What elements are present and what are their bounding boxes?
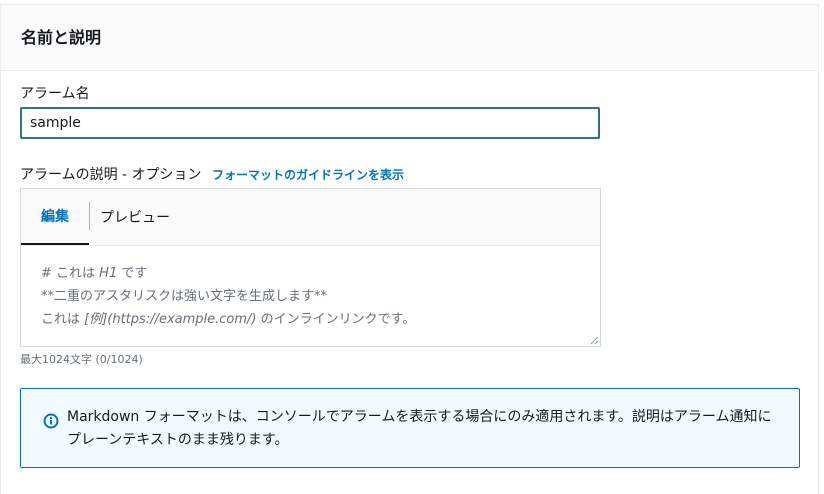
alarm-description-label-row: アラームの説明 - オプション フォーマットのガイドラインを表示 xyxy=(20,164,404,184)
tab-preview[interactable]: プレビュー xyxy=(90,189,180,245)
alarm-name-label: アラーム名 xyxy=(20,86,90,102)
tab-edit[interactable]: 編集 xyxy=(21,189,89,245)
info-icon xyxy=(43,413,59,429)
alarm-name-input[interactable] xyxy=(20,107,600,139)
description-editor: 編集 プレビュー # これは H1 です **二重のアスタリスクは強い文字を生成… xyxy=(20,188,601,347)
info-text: Markdown フォーマットは、コンソールでアラームを表示する場合にのみ適用さ… xyxy=(67,409,772,448)
placeholder-emphasis: H1 xyxy=(99,266,118,281)
placeholder-text: です xyxy=(117,266,148,281)
description-textarea[interactable]: # これは H1 です **二重のアスタリスクは強い文字を生成します** これは… xyxy=(21,246,600,331)
alarm-description-label: アラームの説明 - オプション xyxy=(20,167,202,183)
placeholder-line-1: # これは H1 です xyxy=(41,262,580,285)
placeholder-line-3: これは [例](https://example.com/) のインラインリンクで… xyxy=(41,308,580,331)
placeholder-text: これは xyxy=(41,312,85,327)
editor-tabs: 編集 プレビュー xyxy=(21,189,600,246)
panel-title: 名前と説明 xyxy=(21,27,102,47)
format-guideline-link[interactable]: フォーマットのガイドラインを表示 xyxy=(212,168,404,182)
panel-header: 名前と説明 xyxy=(1,5,818,71)
placeholder-emphasis: [例](https://example.com/) xyxy=(84,312,257,327)
placeholder-text: のインラインリンクです。 xyxy=(256,312,416,327)
character-count: 最大1024文字 (0/1024) xyxy=(20,353,143,366)
placeholder-text: # これは xyxy=(41,266,100,281)
placeholder-line-2: **二重のアスタリスクは強い文字を生成します** xyxy=(41,289,328,304)
info-alert: Markdown フォーマットは、コンソールでアラームを表示する場合にのみ適用さ… xyxy=(20,388,800,468)
resize-grip-icon[interactable] xyxy=(589,335,599,345)
